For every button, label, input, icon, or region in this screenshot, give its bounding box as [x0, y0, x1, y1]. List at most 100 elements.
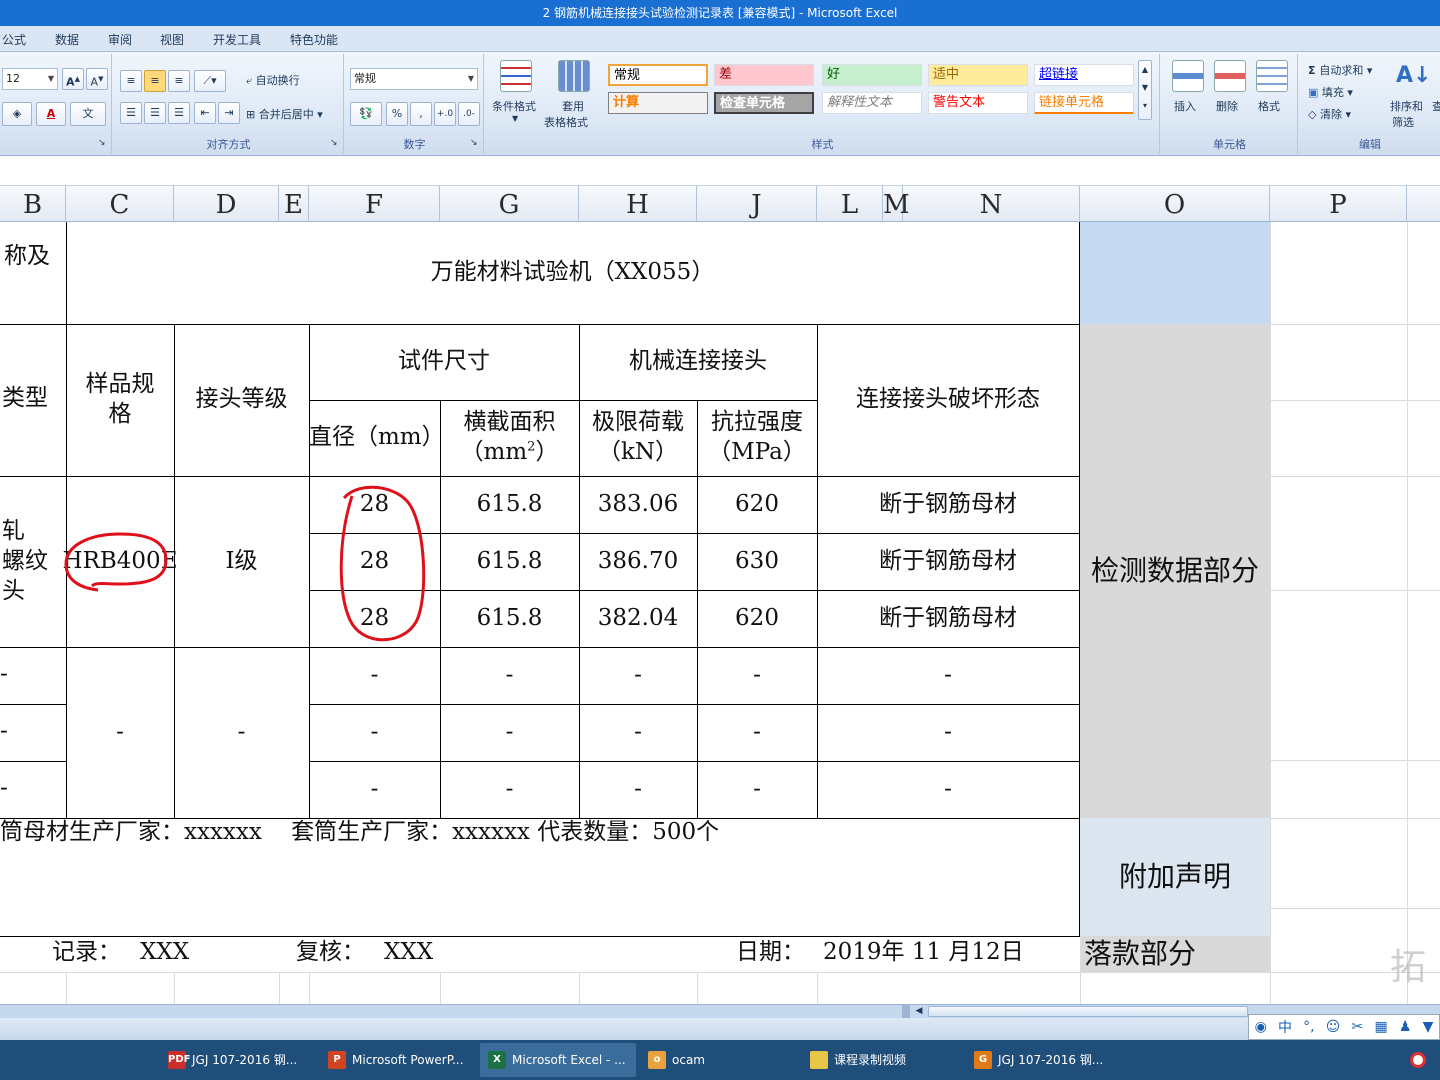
- style-normal[interactable]: 常规: [608, 64, 708, 86]
- align-left-button[interactable]: ☰: [120, 102, 142, 124]
- record-label[interactable]: 记录：: [52, 938, 121, 968]
- col-header-g[interactable]: G: [440, 186, 579, 222]
- style-warning[interactable]: 警告文本: [928, 92, 1028, 114]
- comma-button[interactable]: ,: [410, 102, 432, 126]
- align-top-button[interactable]: ≡: [120, 70, 142, 92]
- empty-spec-cell[interactable]: -: [66, 647, 174, 818]
- row1-load[interactable]: 383.06: [579, 476, 697, 533]
- cell-b-type-value-cut[interactable]: 轧 螺纹 头: [2, 516, 48, 606]
- col-header-o[interactable]: O: [1080, 186, 1270, 222]
- cell-b-dash-1[interactable]: -: [0, 660, 8, 690]
- col-header-l[interactable]: L: [817, 186, 883, 222]
- align-bottom-button[interactable]: ≡: [168, 70, 190, 92]
- cell-b-dash-3[interactable]: -: [0, 774, 8, 804]
- style-calculation[interactable]: 计算: [608, 92, 708, 114]
- row2-strength[interactable]: 630: [697, 533, 817, 590]
- side-label-data[interactable]: 检测数据部分: [1080, 324, 1270, 818]
- review-value[interactable]: XXX: [384, 938, 433, 968]
- header-area[interactable]: 横截面积 （mm2）: [440, 400, 579, 476]
- empty1-diameter[interactable]: -: [309, 647, 440, 704]
- empty3-area[interactable]: -: [440, 761, 579, 818]
- empty2-area[interactable]: -: [440, 704, 579, 761]
- taskbar-pdf-1[interactable]: PDF JGJ 107-2016 钢...: [160, 1043, 316, 1077]
- scroll-thumb[interactable]: [928, 1006, 1248, 1017]
- dialog-launcher-icon[interactable]: ↘: [330, 138, 338, 148]
- sheet-tab-splitter[interactable]: [902, 1005, 910, 1018]
- grade-value-cell[interactable]: Ⅰ级: [174, 476, 309, 647]
- row2-load[interactable]: 386.70: [579, 533, 697, 590]
- empty1-load[interactable]: -: [579, 647, 697, 704]
- empty3-diameter[interactable]: -: [309, 761, 440, 818]
- ime-toolbar[interactable]: ◉ 中 °, ☺ ✂ ▦ ♟ ▼: [1248, 1014, 1440, 1040]
- col-header-n[interactable]: N: [903, 186, 1080, 222]
- wrap-text-button[interactable]: ⤶ 自动换行: [246, 72, 300, 88]
- record-value[interactable]: XXX: [140, 938, 189, 968]
- fill-button[interactable]: ▣ 填充 ▾: [1308, 84, 1353, 100]
- col-header-p[interactable]: P: [1270, 186, 1407, 222]
- accounting-format-button[interactable]: 💱: [350, 102, 382, 126]
- style-linked-cell[interactable]: 链接单元格: [1034, 92, 1134, 114]
- empty-grade-cell[interactable]: -: [174, 647, 309, 818]
- header-load[interactable]: 极限荷载 （kN）: [579, 400, 697, 476]
- tab-view[interactable]: 视图: [160, 31, 184, 48]
- row2-diameter[interactable]: 28: [309, 533, 440, 590]
- empty3-load[interactable]: -: [579, 761, 697, 818]
- col-header-c[interactable]: C: [66, 186, 174, 222]
- keyboard-icon[interactable]: ▦: [1374, 1019, 1387, 1035]
- tab-formulas[interactable]: 公式: [2, 31, 26, 48]
- shrink-font-button[interactable]: A▼: [86, 68, 108, 90]
- empty2-diameter[interactable]: -: [309, 704, 440, 761]
- style-hyperlink[interactable]: 超链接: [1034, 64, 1134, 86]
- percent-button[interactable]: %: [386, 102, 408, 126]
- empty2-load[interactable]: -: [579, 704, 697, 761]
- tab-data[interactable]: 数据: [55, 31, 79, 48]
- review-label[interactable]: 复核：: [296, 938, 365, 968]
- row2-failure[interactable]: 断于钢筋母材: [817, 533, 1079, 590]
- header-size[interactable]: 试件尺寸: [309, 324, 579, 400]
- merge-center-button[interactable]: ⊞ 合并后居中 ▾: [246, 106, 323, 122]
- gallery-scroll[interactable]: ▲ ▼ ▾: [1138, 60, 1152, 120]
- user-icon[interactable]: ♟: [1399, 1019, 1412, 1035]
- row1-failure[interactable]: 断于钢筋母材: [817, 476, 1079, 533]
- cell-b-dash-2[interactable]: -: [0, 717, 8, 747]
- date-value[interactable]: 2019年 11 月12日: [823, 938, 1024, 968]
- tab-review[interactable]: 审阅: [108, 31, 132, 48]
- empty3-strength[interactable]: -: [697, 761, 817, 818]
- col-header-b[interactable]: B: [0, 186, 66, 222]
- row3-load[interactable]: 382.04: [579, 590, 697, 647]
- taskbar-powerpoint[interactable]: P Microsoft PowerP...: [320, 1043, 476, 1077]
- taskbar-folder[interactable]: 课程录制视频: [802, 1043, 962, 1077]
- horizontal-scrollbar[interactable]: ◀: [0, 1004, 1440, 1018]
- row3-area[interactable]: 615.8: [440, 590, 579, 647]
- style-check-cell[interactable]: 检查单元格: [714, 92, 814, 114]
- spec-value-cell[interactable]: HRB400E: [63, 476, 178, 647]
- find-label[interactable]: 查: [1432, 98, 1440, 114]
- header-mech[interactable]: 机械连接接头: [579, 324, 817, 400]
- clear-button[interactable]: ◇ 清除 ▾: [1308, 106, 1351, 122]
- col-header-h[interactable]: H: [579, 186, 697, 222]
- row3-failure[interactable]: 断于钢筋母材: [817, 590, 1079, 647]
- fill-color-button[interactable]: ◈: [2, 102, 32, 126]
- taskbar-excel[interactable]: X Microsoft Excel - ...: [480, 1043, 636, 1077]
- empty2-strength[interactable]: -: [697, 704, 817, 761]
- dialog-launcher-icon[interactable]: ↘: [470, 138, 478, 148]
- dialog-launcher-icon[interactable]: ↘: [98, 138, 106, 148]
- row3-diameter[interactable]: 28: [309, 590, 440, 647]
- punctuation-icon[interactable]: °,: [1303, 1019, 1314, 1035]
- col-header-j[interactable]: J: [697, 186, 817, 222]
- header-strength[interactable]: 抗拉强度 （MPa）: [697, 400, 817, 476]
- col-header-d[interactable]: D: [174, 186, 279, 222]
- col-header-next[interactable]: [1407, 186, 1440, 222]
- worksheet[interactable]: 称及 类型 轧 螺纹 头 - - - 万能材料试验机（XX055） 样品规格 接…: [0, 222, 1440, 1004]
- col-header-f[interactable]: F: [309, 186, 440, 222]
- header-diameter[interactable]: 直径（mm）: [309, 400, 445, 476]
- ime-logo-icon[interactable]: ◉: [1255, 1019, 1267, 1035]
- remarks-cell[interactable]: 筒母材生产厂家：xxxxxx 套筒生产厂家：xxxxxx 代表数量：500个: [0, 818, 719, 848]
- side-label-sign[interactable]: 落款部分: [1084, 936, 1196, 972]
- style-neutral[interactable]: 适中: [928, 64, 1028, 86]
- style-explanatory[interactable]: 解释性文本: [822, 92, 922, 114]
- empty2-failure[interactable]: -: [817, 704, 1079, 761]
- empty1-failure[interactable]: -: [817, 647, 1079, 704]
- orientation-button[interactable]: ⟋▾: [194, 70, 226, 92]
- col-header-m[interactable]: M: [883, 186, 910, 222]
